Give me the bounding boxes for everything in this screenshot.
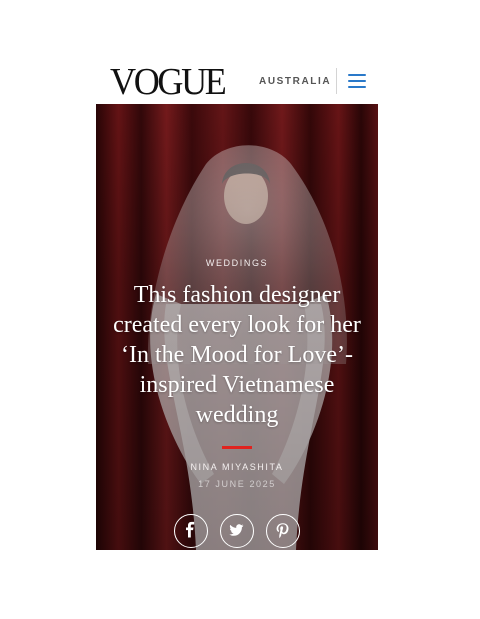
header-divider [336, 68, 337, 94]
facebook-share-button[interactable] [174, 514, 208, 548]
pinterest-share-button[interactable] [266, 514, 300, 548]
category-label[interactable]: WEDDINGS [96, 258, 378, 268]
edition-label[interactable]: AUSTRALIA [259, 76, 331, 87]
vogue-logo[interactable]: VOGUE [110, 63, 227, 101]
pinterest-icon [276, 523, 289, 539]
site-header: VOGUE AUSTRALIA [96, 60, 378, 104]
article-headline: This fashion designer created every look… [113, 282, 361, 428]
accent-rule [222, 446, 252, 449]
publish-date: 17 JUNE 2025 [198, 479, 276, 489]
hero-image: WEDDINGS This fashion designer created e… [96, 104, 378, 550]
hamburger-menu-icon[interactable] [348, 73, 366, 89]
facebook-icon [186, 521, 195, 538]
twitter-share-button[interactable] [220, 514, 254, 548]
author-name[interactable]: NINA MIYASHITA [96, 462, 378, 472]
twitter-icon [229, 524, 244, 536]
